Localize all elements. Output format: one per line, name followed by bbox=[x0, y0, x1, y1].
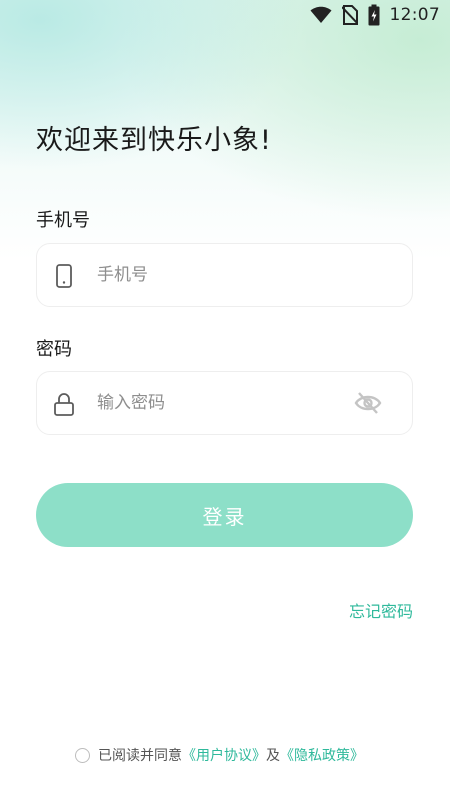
password-field[interactable] bbox=[36, 371, 413, 435]
password-label: 密码 bbox=[36, 339, 72, 360]
page-title: 欢迎来到快乐小象! bbox=[36, 125, 272, 156]
phone-label: 手机号 bbox=[36, 210, 90, 231]
status-time: 12:07 bbox=[389, 5, 440, 25]
agreement-row: 已阅读并同意 《用户协议》 及 《隐私政策》 bbox=[75, 744, 364, 766]
battery-charging-icon bbox=[368, 4, 380, 26]
phone-input[interactable] bbox=[97, 244, 347, 306]
privacy-policy-link[interactable]: 《隐私政策》 bbox=[280, 745, 364, 765]
no-sim-icon bbox=[341, 5, 358, 25]
wifi-icon bbox=[310, 6, 332, 24]
agreement-conjunction: 及 bbox=[266, 748, 280, 764]
user-agreement-link[interactable]: 《用户协议》 bbox=[182, 745, 266, 765]
phone-field[interactable] bbox=[36, 243, 413, 307]
eye-off-icon[interactable] bbox=[354, 391, 382, 415]
forgot-password-link[interactable]: 忘记密码 bbox=[349, 598, 413, 622]
login-screen: 12:07 欢迎来到快乐小象! 手机号 密码 bbox=[0, 0, 450, 800]
agree-checkbox[interactable] bbox=[75, 747, 90, 763]
password-input[interactable] bbox=[97, 372, 347, 434]
status-bar: 12:07 bbox=[310, 0, 441, 30]
phone-icon bbox=[53, 264, 75, 288]
login-button[interactable]: 登录 bbox=[36, 483, 413, 547]
agreement-prefix: 已阅读并同意 bbox=[98, 748, 182, 764]
lock-icon bbox=[53, 392, 75, 416]
